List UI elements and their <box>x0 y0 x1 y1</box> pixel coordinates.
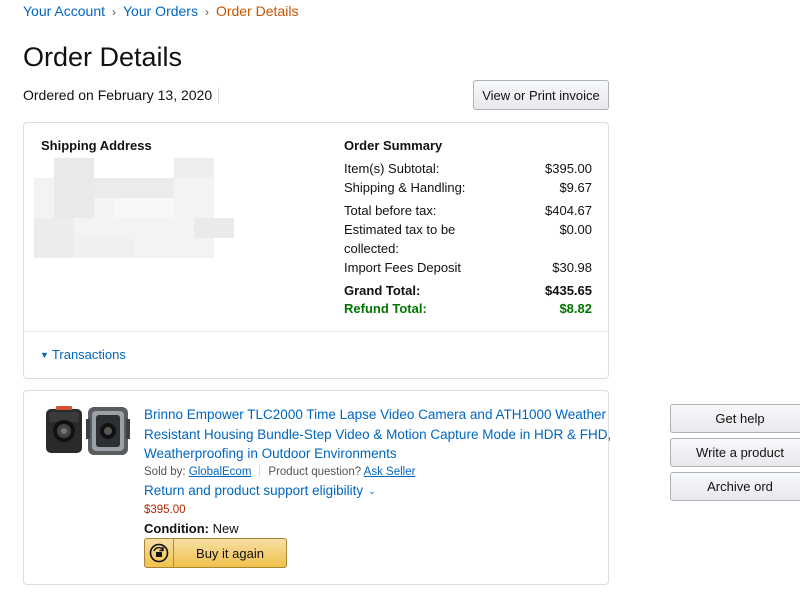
summary-label: Import Fees Deposit <box>344 260 462 275</box>
summary-row-refund-total: Refund Total: $8.82 <box>344 299 592 318</box>
redacted-address-image <box>34 158 234 258</box>
buy-it-again-button[interactable]: Buy it again <box>144 538 287 568</box>
summary-row-grand-total: Grand Total: $435.65 <box>344 281 592 300</box>
summary-value: $30.98 <box>552 260 592 275</box>
product-image[interactable] <box>44 405 132 457</box>
view-print-invoice-button[interactable]: View or Print invoice <box>473 80 609 110</box>
condition-value: New <box>212 521 239 536</box>
get-help-button[interactable]: Get help <box>670 404 800 433</box>
product-question-label: Product question? <box>268 466 362 478</box>
reorder-icon <box>145 539 174 567</box>
divider <box>24 331 608 332</box>
summary-value: $8.82 <box>559 301 592 316</box>
summary-value: $404.67 <box>545 203 592 218</box>
summary-value: $0.00 <box>559 222 592 237</box>
divider <box>218 87 219 104</box>
breadcrumb-your-account[interactable]: Your Account <box>23 3 105 19</box>
buy-it-again-label: Buy it again <box>196 545 264 561</box>
summary-label: Estimated tax to be collected: <box>344 222 456 256</box>
summary-label: Grand Total: <box>344 283 421 298</box>
item-condition: Condition: New <box>144 521 239 536</box>
condition-label: Condition: <box>144 521 209 536</box>
summary-row-estimated-tax: Estimated tax to be collected: $0.00 <box>344 220 592 258</box>
summary-row-import-fees: Import Fees Deposit $30.98 <box>344 258 592 277</box>
chevron-down-icon: ⌄ <box>368 486 376 496</box>
transactions-label: Transactions <box>51 347 126 362</box>
order-info-box: Shipping Address Order Summary Item(s) S… <box>23 122 609 379</box>
breadcrumb-separator-icon: › <box>112 5 116 19</box>
sold-by-label: Sold by: <box>144 466 186 478</box>
ask-seller-link[interactable]: Ask Seller <box>364 466 416 478</box>
summary-label: Item(s) Subtotal: <box>344 161 440 176</box>
archive-order-button[interactable]: Archive ord <box>670 472 800 501</box>
return-eligibility-link[interactable]: Return and product support eligibility ⌄ <box>144 483 376 498</box>
breadcrumb-order-details: Order Details <box>215 3 299 19</box>
return-eligibility-label: Return and product support eligibility <box>144 483 364 498</box>
summary-value: $9.67 <box>559 180 592 195</box>
sold-by-line: Sold by: GlobalEcom Product question? Ask… <box>144 465 415 478</box>
summary-value: $435.65 <box>545 283 592 298</box>
breadcrumb-your-orders[interactable]: Your Orders <box>123 3 198 19</box>
summary-row-shipping: Shipping & Handling: $9.67 <box>344 178 592 197</box>
summary-label: Total before tax: <box>344 203 437 218</box>
seller-link[interactable]: GlobalEcom <box>189 466 252 478</box>
summary-row-total-before-tax: Total before tax: $404.67 <box>344 201 592 220</box>
summary-label: Shipping & Handling: <box>344 180 466 195</box>
item-price: $395.00 <box>144 504 186 516</box>
summary-label: Refund Total: <box>344 301 427 316</box>
order-item-box: Brinno Empower TLC2000 Time Lapse Video … <box>23 390 611 585</box>
summary-row-subtotal: Item(s) Subtotal: $395.00 <box>344 159 592 178</box>
breadcrumb: Your Account › Your Orders › Order Details <box>23 3 298 19</box>
chevron-down-icon: ▼ <box>40 350 49 360</box>
summary-value: $395.00 <box>545 161 592 176</box>
breadcrumb-separator-icon: › <box>204 5 209 19</box>
ordered-on-date: Ordered on February 13, 2020 <box>23 87 213 103</box>
transactions-link[interactable]: ▼ Transactions <box>40 347 126 362</box>
order-summary-heading: Order Summary <box>344 138 443 153</box>
divider <box>259 465 261 477</box>
product-title-link[interactable]: Brinno Empower TLC2000 Time Lapse Video … <box>144 405 614 464</box>
shipping-address-heading: Shipping Address <box>41 138 152 153</box>
write-product-review-button[interactable]: Write a product <box>670 438 800 467</box>
page-title: Order Details <box>23 42 183 72</box>
